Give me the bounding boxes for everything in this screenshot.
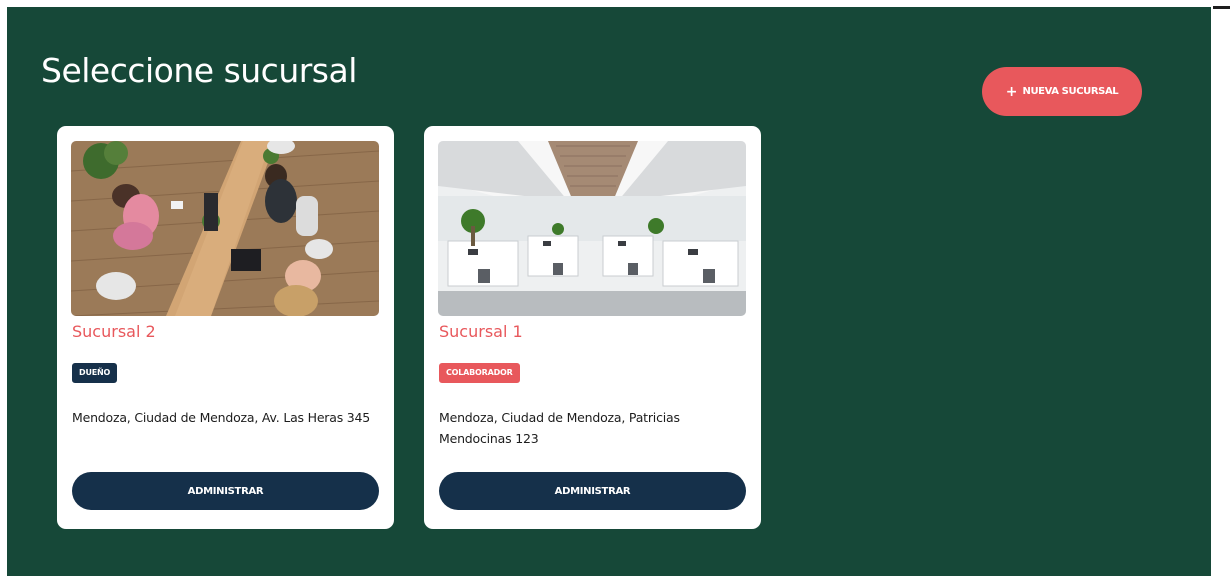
new-branch-label: NUEVA SUCURSAL	[1022, 86, 1119, 97]
role-badge: COLABORADOR	[439, 363, 520, 383]
corner-mark	[1213, 6, 1230, 9]
main-panel: Seleccione sucursal + NUEVA SUCURSAL Suc…	[7, 7, 1211, 576]
new-branch-button[interactable]: + NUEVA SUCURSAL	[982, 67, 1142, 116]
open-plan-office-photo	[438, 141, 746, 316]
branch-card: Sucursal 2 DUEÑO Mendoza, Ciudad de Mend…	[57, 126, 394, 529]
branch-address: Mendoza, Ciudad de Mendoza, Patricias Me…	[439, 410, 680, 446]
branch-name: Sucursal 1	[439, 322, 523, 341]
manage-button[interactable]: ADMINISTRAR	[439, 472, 746, 510]
branch-name: Sucursal 2	[72, 322, 156, 341]
page-title: Seleccione sucursal	[41, 51, 357, 90]
page: Seleccione sucursal + NUEVA SUCURSAL Suc…	[0, 0, 1230, 576]
role-badge: DUEÑO	[72, 363, 118, 383]
plus-icon: +	[1005, 83, 1018, 100]
branch-address: Mendoza, Ciudad de Mendoza, Av. Las Hera…	[72, 410, 371, 425]
manage-button[interactable]: ADMINISTRAR	[72, 472, 379, 510]
branch-card: Sucursal 1 COLABORADOR Mendoza, Ciudad d…	[424, 126, 761, 529]
coworking-office-photo	[71, 141, 379, 316]
